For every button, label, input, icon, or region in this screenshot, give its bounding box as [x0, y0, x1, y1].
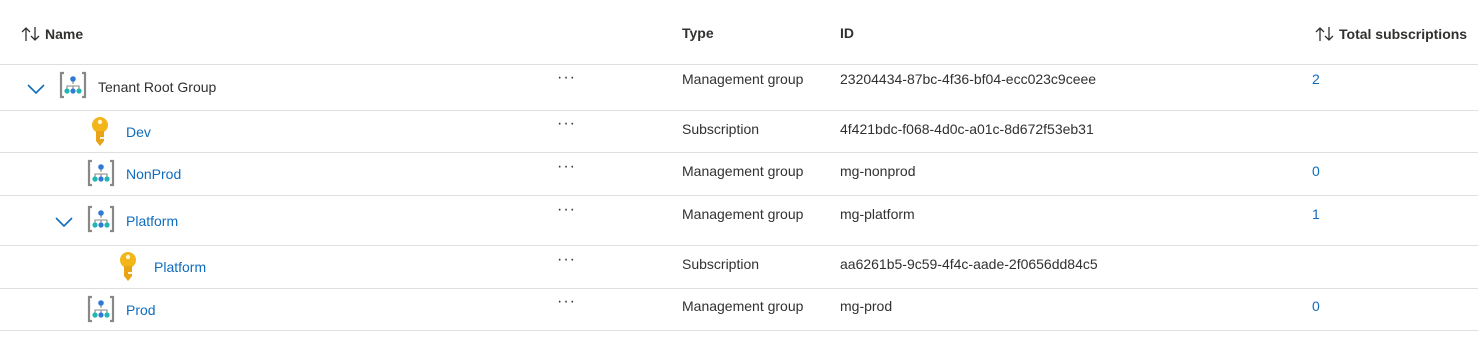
row-name: Tenant Root Group [98, 79, 217, 95]
management-group-icon [87, 159, 115, 187]
more-actions-icon[interactable]: ··· [557, 158, 576, 176]
row-name-link[interactable]: Platform [154, 259, 206, 275]
row-total-subscriptions[interactable]: 0 [1312, 163, 1320, 179]
sort-arrows-icon[interactable] [20, 25, 42, 43]
column-header-id: ID [840, 25, 854, 41]
column-header-type: Type [682, 25, 714, 41]
row-id: 4f421bdc-f068-4d0c-a01c-8d672f53eb31 [840, 121, 1094, 137]
chevron-down-icon[interactable] [26, 82, 46, 96]
row-type: Management group [682, 206, 804, 222]
row-total-subscriptions[interactable]: 2 [1312, 71, 1320, 87]
column-header-total-subscriptions[interactable]: Total subscriptions [1314, 25, 1467, 43]
row-type: Subscription [682, 256, 760, 272]
table-row[interactable]: Platform ··· Subscription aa6261b5-9c59-… [0, 246, 1478, 289]
table-header: Name Type ID Total subscriptions [0, 0, 1478, 64]
row-name-link[interactable]: Prod [126, 302, 156, 318]
row-name-link[interactable]: Platform [126, 213, 178, 229]
column-header-type-label: Type [682, 25, 714, 41]
more-actions-icon[interactable]: ··· [557, 293, 576, 311]
table-row[interactable]: Prod ··· Management group mg-prod 0 [0, 289, 1478, 331]
more-actions-icon[interactable]: ··· [557, 69, 576, 87]
sort-arrows-icon[interactable] [1314, 25, 1336, 43]
row-id: 23204434-87bc-4f36-bf04-ecc023c9ceee [840, 71, 1097, 87]
more-actions-icon[interactable]: ··· [557, 201, 576, 219]
row-type: Management group [682, 71, 804, 87]
subscription-key-icon [120, 252, 136, 281]
column-header-total-subscriptions-label: Total subscriptions [1339, 26, 1468, 42]
row-id: mg-prod [840, 298, 893, 314]
row-name-link[interactable]: NonProd [126, 166, 181, 182]
column-header-id-label: ID [840, 25, 854, 41]
chevron-down-icon[interactable] [54, 215, 74, 229]
table-row[interactable]: Dev ··· Subscription 4f421bdc-f068-4d0c-… [0, 110, 1478, 153]
management-group-icon [87, 205, 115, 233]
more-actions-icon[interactable]: ··· [557, 115, 576, 133]
table-row[interactable]: NonProd ··· Management group mg-nonprod … [0, 153, 1478, 196]
row-type: Management group [682, 298, 804, 314]
row-type: Management group [682, 163, 804, 179]
management-group-icon [59, 71, 87, 99]
column-header-name-label: Name [45, 26, 84, 42]
table-row[interactable]: Platform ··· Management group mg-platfor… [0, 196, 1478, 246]
more-actions-icon[interactable]: ··· [557, 251, 576, 269]
row-total-subscriptions[interactable]: 1 [1312, 206, 1320, 222]
row-id: mg-nonprod [840, 163, 916, 179]
row-total-subscriptions[interactable]: 0 [1312, 298, 1320, 314]
subscription-key-icon [92, 117, 108, 146]
row-id: aa6261b5-9c59-4f4c-aade-2f0656dd84c5 [840, 256, 1098, 272]
row-id: mg-platform [840, 206, 915, 222]
management-group-icon [87, 295, 115, 323]
column-header-name[interactable]: Name [20, 25, 83, 43]
row-type: Subscription [682, 121, 760, 137]
table-row[interactable]: Tenant Root Group ··· Management group 2… [0, 64, 1478, 111]
row-name-link[interactable]: Dev [126, 124, 151, 140]
